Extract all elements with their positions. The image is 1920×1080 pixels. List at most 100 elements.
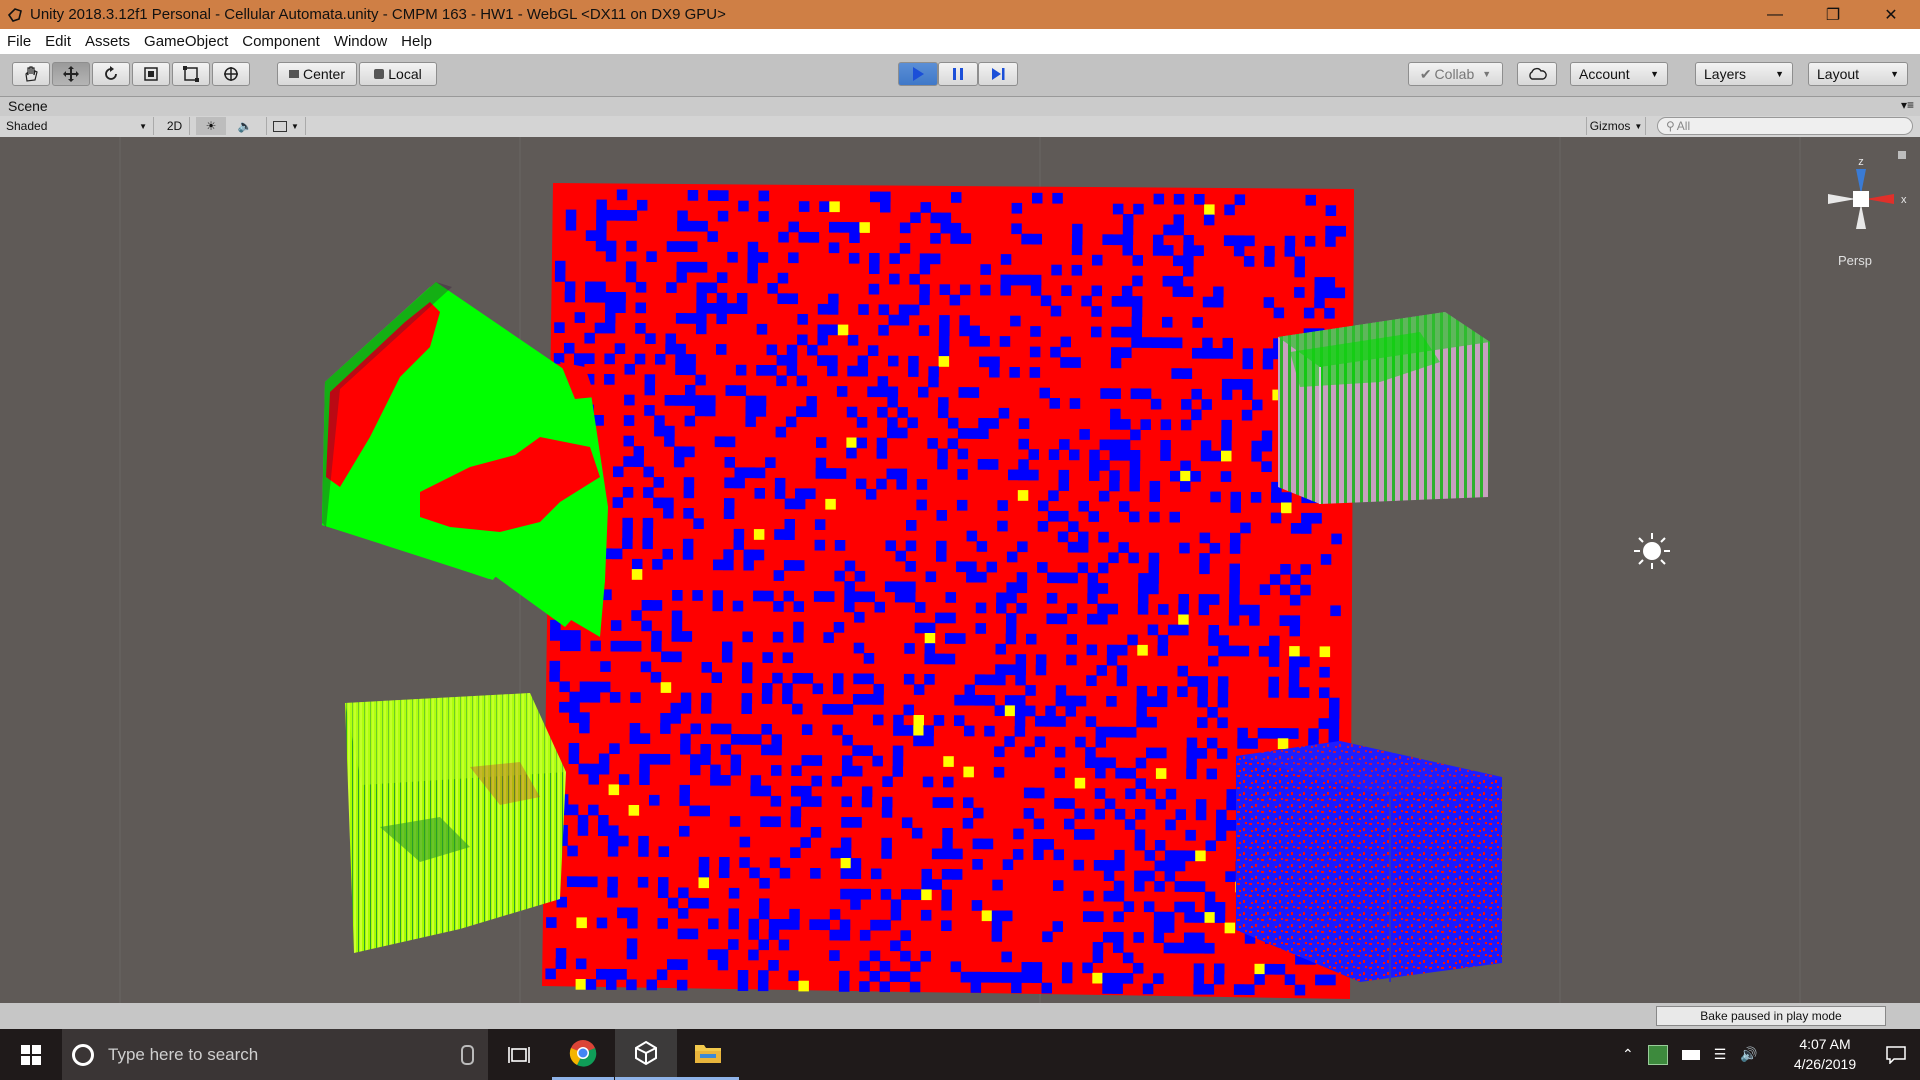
app-tray-icon[interactable] bbox=[1647, 1044, 1668, 1065]
scene-control-bar: Shaded ▼ 2D ☀ 🔈 ▼ Gizmos ▼ ⚲ All bbox=[0, 116, 1920, 138]
start-button[interactable] bbox=[0, 1029, 62, 1080]
task-view-button[interactable] bbox=[488, 1029, 550, 1080]
play-button[interactable] bbox=[898, 62, 938, 86]
menu-component[interactable]: Component bbox=[235, 33, 327, 50]
notification-icon bbox=[1886, 1045, 1906, 1064]
clock[interactable]: 4:07 AM 4/26/2019 bbox=[1770, 1034, 1880, 1074]
move-tool-button[interactable] bbox=[52, 62, 90, 86]
account-dropdown[interactable]: Account ▼ bbox=[1570, 62, 1668, 86]
cube-magenta-green[interactable] bbox=[1278, 312, 1490, 504]
gizmo-center-cube[interactable] bbox=[1853, 191, 1869, 207]
rect-tool-button[interactable] bbox=[172, 62, 210, 86]
menu-window[interactable]: Window bbox=[327, 33, 394, 50]
scale-tool-button[interactable] bbox=[132, 62, 170, 86]
search-icon: ⚲ bbox=[1666, 119, 1675, 133]
task-view-icon bbox=[508, 1046, 530, 1063]
transform-tool-button[interactable] bbox=[212, 62, 250, 86]
layers-dropdown[interactable]: Layers ▼ bbox=[1695, 62, 1793, 86]
chevron-down-icon: ▼ bbox=[1650, 69, 1659, 79]
gizmos-dropdown[interactable]: Gizmos ▼ bbox=[1586, 117, 1646, 135]
tab-menu-icon[interactable]: ▾≡ bbox=[1901, 98, 1914, 112]
cube-blue-noise[interactable] bbox=[1236, 741, 1502, 982]
scene-canvas[interactable]: z x Persp bbox=[0, 137, 1920, 1003]
shading-mode-dropdown[interactable]: Shaded ▼ bbox=[6, 117, 154, 135]
taskbar-search-box[interactable]: Type here to search bbox=[62, 1029, 488, 1080]
menu-gameobject[interactable]: GameObject bbox=[137, 33, 235, 50]
chevron-down-icon: ▼ bbox=[139, 121, 147, 131]
action-center-button[interactable] bbox=[1872, 1029, 1920, 1080]
toggle-2d-button[interactable]: 2D bbox=[160, 117, 190, 135]
window-title: Unity 2018.3.12f1 Personal - Cellular Au… bbox=[30, 6, 726, 23]
cube-lime[interactable] bbox=[345, 693, 566, 953]
bake-status: Bake paused in play mode bbox=[1656, 1006, 1886, 1026]
rotate-tool-button[interactable] bbox=[92, 62, 130, 86]
scene-viewport[interactable]: z x Persp bbox=[0, 137, 1920, 1003]
pivot-local-button[interactable]: Local bbox=[359, 62, 437, 86]
axis-x-label: x bbox=[1901, 194, 1907, 206]
windows-taskbar: Type here to search ⌃ ☰ 🔊 4:07 AM 4/26/2… bbox=[0, 1029, 1920, 1080]
toggle-2d-label: 2D bbox=[166, 119, 183, 133]
collab-label: Collab bbox=[1434, 66, 1475, 82]
axis-x-arrow[interactable] bbox=[1866, 194, 1894, 204]
rect-icon bbox=[183, 66, 199, 82]
scale-icon bbox=[144, 67, 158, 81]
automata-plane[interactable] bbox=[542, 183, 1354, 999]
folder-icon bbox=[695, 1045, 721, 1063]
lighting-toggle[interactable]: ☀ bbox=[196, 117, 226, 135]
system-tray: ⌃ ☰ 🔊 bbox=[1622, 1029, 1758, 1080]
step-icon bbox=[992, 68, 1005, 80]
bake-status-text: Bake paused in play mode bbox=[1700, 1009, 1842, 1023]
scene-tab[interactable]: Scene bbox=[8, 98, 48, 114]
pivot-center-button[interactable]: Center bbox=[277, 62, 357, 86]
axis-neg-x-arrow[interactable] bbox=[1828, 194, 1856, 204]
pivot-icon bbox=[288, 70, 299, 78]
volume-icon[interactable]: 🔊 bbox=[1740, 1046, 1757, 1063]
audio-toggle[interactable]: 🔈 bbox=[230, 117, 260, 135]
persp-label[interactable]: Persp bbox=[1838, 253, 1872, 268]
minimize-icon[interactable]: — bbox=[1746, 0, 1804, 29]
unity-taskbar-button[interactable] bbox=[615, 1029, 677, 1080]
menu-help[interactable]: Help bbox=[394, 33, 439, 50]
chrome-taskbar-button[interactable] bbox=[552, 1029, 614, 1080]
close-icon[interactable]: ✕ bbox=[1862, 0, 1920, 29]
cloud-button[interactable] bbox=[1517, 62, 1557, 86]
orientation-gizmo[interactable]: z x bbox=[1828, 156, 1907, 229]
lock-icon[interactable] bbox=[1898, 151, 1906, 159]
axis-neg-z-arrow[interactable] bbox=[1856, 204, 1866, 229]
cube-icon bbox=[374, 69, 385, 79]
menu-bar: File Edit Assets GameObject Component Wi… bbox=[0, 29, 1920, 54]
chevron-up-icon[interactable]: ⌃ bbox=[1622, 1046, 1634, 1063]
clock-date: 4/26/2019 bbox=[1793, 1056, 1857, 1072]
search-placeholder: Type here to search bbox=[108, 1044, 259, 1064]
collab-dropdown[interactable]: ✔ Collab ▼ bbox=[1408, 62, 1503, 86]
chevron-down-icon: ▼ bbox=[1482, 69, 1492, 79]
menu-file[interactable]: File bbox=[0, 33, 38, 50]
unity-icon bbox=[635, 1040, 657, 1066]
chrome-icon bbox=[569, 1040, 597, 1067]
window-titlebar[interactable]: Unity 2018.3.12f1 Personal - Cellular Au… bbox=[0, 0, 1920, 29]
menu-assets[interactable]: Assets bbox=[78, 33, 137, 50]
layout-label: Layout bbox=[1817, 66, 1860, 82]
pause-button[interactable] bbox=[938, 62, 978, 86]
chevron-down-icon: ▼ bbox=[1775, 69, 1784, 79]
menu-edit[interactable]: Edit bbox=[38, 33, 78, 50]
play-icon bbox=[913, 67, 924, 81]
space-label: Local bbox=[388, 66, 422, 82]
wifi-icon[interactable]: ☰ bbox=[1714, 1046, 1727, 1063]
step-button[interactable] bbox=[978, 62, 1018, 86]
speaker-icon: 🔈 bbox=[237, 119, 253, 133]
hand-tool-button[interactable] bbox=[12, 62, 50, 86]
move-icon bbox=[63, 66, 79, 82]
axis-z-arrow[interactable] bbox=[1856, 169, 1866, 194]
file-explorer-taskbar-button[interactable] bbox=[677, 1029, 739, 1080]
layout-dropdown[interactable]: Layout ▼ bbox=[1808, 62, 1908, 86]
battery-icon[interactable] bbox=[1681, 1049, 1700, 1060]
image-icon bbox=[273, 120, 288, 132]
restore-icon[interactable]: ❐ bbox=[1804, 0, 1862, 29]
account-label: Account bbox=[1579, 66, 1630, 82]
effects-dropdown[interactable]: ▼ bbox=[266, 117, 306, 135]
sun-icon[interactable] bbox=[1634, 533, 1670, 569]
cloud-icon bbox=[1529, 67, 1547, 80]
scene-search-input[interactable]: ⚲ All bbox=[1657, 117, 1913, 135]
microphone-icon bbox=[461, 1044, 474, 1065]
